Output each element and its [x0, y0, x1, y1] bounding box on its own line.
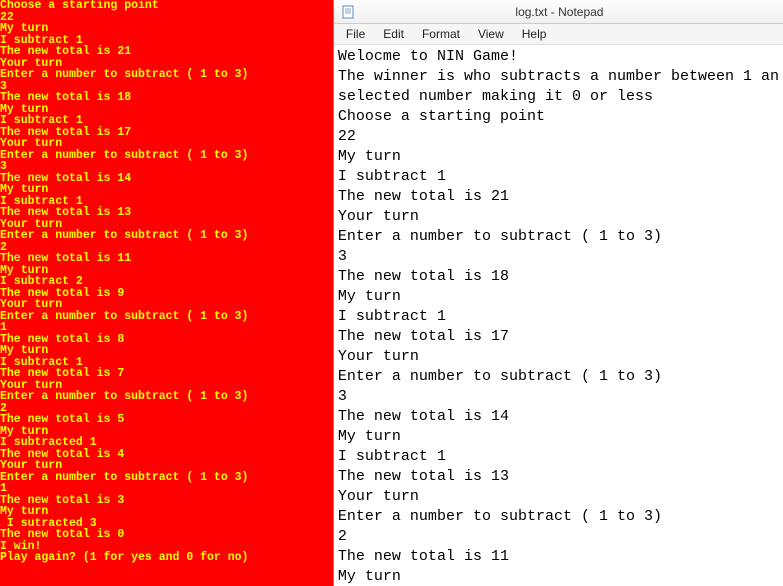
console-line: My turn — [0, 506, 333, 518]
console-line: 22 — [0, 12, 333, 24]
console-line: Enter a number to subtract ( 1 to 3) — [0, 69, 333, 81]
text-line: Enter a number to subtract ( 1 to 3) — [338, 227, 779, 247]
menu-file[interactable]: File — [338, 25, 373, 43]
text-line: 22 — [338, 127, 779, 147]
console-line: 1 — [0, 322, 333, 334]
text-line: My turn — [338, 567, 779, 586]
text-line: I subtract 1 — [338, 447, 779, 467]
text-line: Your turn — [338, 207, 779, 227]
console-line: Your turn — [0, 299, 333, 311]
text-line: The new total is 21 — [338, 187, 779, 207]
console-line: 1 — [0, 483, 333, 495]
console-line: The new total is 11 — [0, 253, 333, 265]
text-line: The new total is 17 — [338, 327, 779, 347]
text-line: The new total is 13 — [338, 467, 779, 487]
console-line: The new total is 0 — [0, 529, 333, 541]
text-line: Enter a number to subtract ( 1 to 3) — [338, 367, 779, 387]
window-title: log.txt - Notepad — [362, 5, 777, 19]
console-line: The new total is 8 — [0, 334, 333, 346]
text-line: selected number making it 0 or less — [338, 87, 779, 107]
console-line: Enter a number to subtract ( 1 to 3) — [0, 311, 333, 323]
menubar: File Edit Format View Help — [334, 24, 783, 45]
text-line: I subtract 1 — [338, 167, 779, 187]
text-line: I subtract 1 — [338, 307, 779, 327]
console-line: Your turn — [0, 138, 333, 150]
menu-format[interactable]: Format — [414, 25, 468, 43]
text-line: My turn — [338, 147, 779, 167]
titlebar[interactable]: log.txt - Notepad — [334, 0, 783, 24]
text-line: 2 — [338, 527, 779, 547]
text-line: Your turn — [338, 347, 779, 367]
console-line: The new total is 7 — [0, 368, 333, 380]
console-line: Enter a number to subtract ( 1 to 3) — [0, 472, 333, 484]
text-line: The winner is who subtracts a number bet… — [338, 67, 779, 87]
console-line: The new total is 18 — [0, 92, 333, 104]
console-line: I subtract 1 — [0, 115, 333, 127]
console-line: The new total is 5 — [0, 414, 333, 426]
console-line: The new total is 21 — [0, 46, 333, 58]
console-line: Enter a number to subtract ( 1 to 3) — [0, 150, 333, 162]
text-line: Your turn — [338, 487, 779, 507]
console-line: My turn — [0, 184, 333, 196]
console-line: I subtracted 1 — [0, 437, 333, 449]
text-line: 3 — [338, 247, 779, 267]
console-line: Enter a number to subtract ( 1 to 3) — [0, 391, 333, 403]
text-line: My turn — [338, 427, 779, 447]
notepad-icon — [340, 4, 356, 20]
console-line: My turn — [0, 345, 333, 357]
console-line: The new total is 13 — [0, 207, 333, 219]
text-line: My turn — [338, 287, 779, 307]
console-line: Choose a starting point — [0, 0, 333, 12]
notepad-text-area[interactable]: Welocme to NIN Game!The winner is who su… — [334, 45, 783, 586]
console-line: I subtract 2 — [0, 276, 333, 288]
console-line: Play again? (1 for yes and 0 for no) — [0, 552, 333, 564]
console-line: Enter a number to subtract ( 1 to 3) — [0, 230, 333, 242]
console-line: Your turn — [0, 460, 333, 472]
console-line: 3 — [0, 161, 333, 173]
menu-view[interactable]: View — [470, 25, 512, 43]
text-line: The new total is 11 — [338, 547, 779, 567]
text-line: The new total is 14 — [338, 407, 779, 427]
console-line: My turn — [0, 23, 333, 35]
notepad-window: log.txt - Notepad File Edit Format View … — [333, 0, 783, 586]
menu-help[interactable]: Help — [514, 25, 555, 43]
console-line: The new total is 14 — [0, 173, 333, 185]
text-line: Choose a starting point — [338, 107, 779, 127]
text-line: The new total is 18 — [338, 267, 779, 287]
console-line: The new total is 3 — [0, 495, 333, 507]
text-line: 3 — [338, 387, 779, 407]
menu-edit[interactable]: Edit — [375, 25, 412, 43]
text-line: Enter a number to subtract ( 1 to 3) — [338, 507, 779, 527]
console-output: Choose a starting point22My turnI subtra… — [0, 0, 333, 586]
text-line: Welocme to NIN Game! — [338, 47, 779, 67]
